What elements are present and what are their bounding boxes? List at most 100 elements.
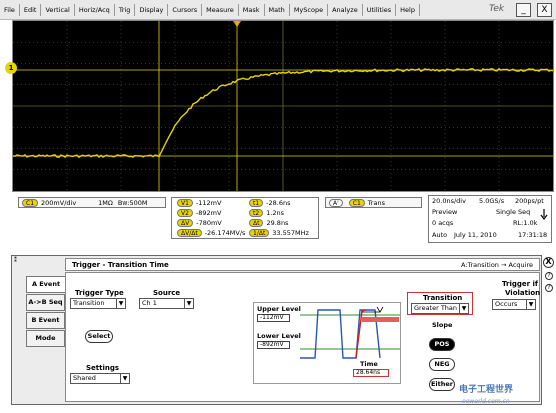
- chevron-down-icon: ▼: [459, 304, 468, 313]
- auto-label: Auto: [432, 231, 448, 239]
- run-stop-icon: [540, 209, 548, 220]
- sample-rate: 5.0GS/s: [479, 197, 505, 205]
- record-length: RL:1.0k: [513, 219, 538, 227]
- waveform-graticule[interactable]: [12, 20, 554, 192]
- dialog-title-bar: Trigger - Transition Time A:Transition →…: [65, 258, 540, 271]
- slope-heading: Slope: [432, 321, 453, 329]
- watermark-logo: 电子工程世界: [459, 385, 514, 395]
- delta-t-value: 29.8ns: [266, 219, 289, 227]
- inv-delta-t-badge: 1/Δt: [249, 229, 270, 237]
- violation-heading-1: Trigger if: [502, 280, 538, 288]
- t2-value: 1.2ns: [266, 209, 285, 217]
- violation-select[interactable]: Occurs ▼: [492, 299, 536, 310]
- v2-value: -892mV: [195, 209, 222, 217]
- watermark-url: eeworld.com.cn: [462, 398, 510, 405]
- dialog-close-button[interactable]: X: [543, 257, 554, 268]
- slope-either-button[interactable]: Either: [429, 378, 455, 391]
- menu-cursors[interactable]: Cursors: [168, 6, 201, 14]
- time-label: Time: [360, 360, 378, 368]
- dialog-grip-icon[interactable]: ⁑: [14, 257, 17, 264]
- menu-help[interactable]: Help: [396, 6, 419, 14]
- slope-pos-button[interactable]: POS: [429, 338, 455, 351]
- menu-math[interactable]: Math: [265, 6, 289, 14]
- trigger-route: A:Transition → Acquire: [460, 260, 533, 269]
- trigger-type-label: Trans: [367, 198, 385, 207]
- transition-select[interactable]: Greater Than ▼: [411, 303, 469, 314]
- trigger-readout[interactable]: A' C1 Trans: [325, 197, 422, 208]
- upper-level-field[interactable]: -112mV: [257, 314, 290, 322]
- resolution: 200ps/pt: [515, 197, 544, 205]
- slope-neg-button[interactable]: NEG: [429, 358, 455, 371]
- tab-b-event[interactable]: B Event: [26, 312, 65, 329]
- trigger-type-select[interactable]: Transition ▼: [70, 298, 126, 309]
- settings-heading: Settings: [86, 364, 120, 372]
- menu-measure[interactable]: Measure: [202, 6, 238, 14]
- source-select[interactable]: Ch 1 ▼: [139, 298, 194, 309]
- time-field[interactable]: 28.64ns: [353, 369, 389, 377]
- dialog-title: Trigger - Transition Time: [72, 260, 169, 269]
- help-icon[interactable]: ?: [545, 272, 553, 280]
- minimize-button[interactable]: _: [516, 3, 531, 17]
- acq-mode: Preview: [432, 208, 458, 216]
- transition-group: Transition Greater Than ▼: [407, 292, 473, 315]
- tab-a-b-seq[interactable]: A->B Seq: [26, 294, 65, 311]
- chevron-down-icon: ▼: [120, 374, 129, 383]
- trigger-type-value: Transition: [73, 299, 105, 307]
- ch1-impedance: 1MΩ: [98, 198, 113, 207]
- acq-count: 0 acqs: [432, 219, 454, 227]
- menu-separator: [419, 3, 420, 16]
- menu-horiz-acq[interactable]: Horiz/Acq: [75, 6, 114, 14]
- source-value: Ch 1: [142, 299, 157, 307]
- source-heading: Source: [153, 289, 181, 297]
- readout-area: C1 200mV/div 1MΩ B W :500M V1 -112mV V2 -8…: [0, 193, 556, 245]
- t2-badge: t2: [249, 209, 264, 217]
- delta-v-value: -780mV: [196, 219, 222, 227]
- menu-trig[interactable]: Trig: [115, 6, 135, 14]
- chevron-down-icon: ▼: [116, 299, 125, 308]
- transition-diagram: Upper Level -112mV Lower Level -892mV Ti…: [253, 302, 401, 384]
- tab-a-event[interactable]: A Event: [26, 276, 65, 293]
- close-window-button[interactable]: X: [537, 3, 552, 17]
- acq-time: 17:31:18: [518, 231, 548, 239]
- lower-level-field[interactable]: -892mV: [257, 341, 290, 349]
- waveform-svg: [13, 21, 553, 191]
- menu-myscope[interactable]: MyScope: [290, 6, 327, 14]
- timebase: 20.0ns/div: [432, 197, 466, 205]
- menu-vertical[interactable]: Vertical: [41, 6, 73, 14]
- menu-bar: File Edit Vertical Horiz/Acq Trig Displa…: [0, 0, 556, 20]
- lower-level-label: Lower Level: [257, 332, 301, 340]
- select-button[interactable]: Select: [85, 330, 113, 343]
- cursor-readout[interactable]: V1 -112mV V2 -892mV ΔV -780mV ΔV/Δt -26.174M…: [171, 197, 319, 239]
- transition-value: Greater Than: [414, 304, 458, 312]
- settings-select[interactable]: Shared ▼: [70, 373, 130, 384]
- dvdt-badge: ΔV/Δt: [177, 229, 202, 237]
- trigger-source-badge: C1: [348, 198, 365, 207]
- delta-v-badge: ΔV: [177, 219, 194, 227]
- trigger-type-heading: Trigger Type: [75, 289, 124, 297]
- channel-readout[interactable]: C1 200mV/div 1MΩ B W :500M: [18, 197, 166, 208]
- menu-display[interactable]: Display: [135, 6, 167, 14]
- menu-mask[interactable]: Mask: [239, 6, 264, 14]
- tek-logo: Tek: [489, 4, 505, 14]
- help-icon[interactable]: ?: [545, 284, 553, 292]
- ch1-bandwidth: :500M: [127, 198, 148, 207]
- chevron-down-icon: ▼: [526, 300, 535, 309]
- tab-mode[interactable]: Mode: [26, 330, 65, 347]
- grid: [13, 21, 553, 191]
- acquisition-readout[interactable]: 20.0ns/div 5.0GS/s 200ps/pt Preview Sing…: [428, 195, 552, 243]
- transition-heading: Transition: [423, 294, 463, 302]
- inv-delta-t-value: 33.557MHz: [272, 229, 309, 237]
- ch1-badge: C1: [22, 198, 39, 207]
- dvdt-value: -26.174MV/s: [204, 229, 246, 237]
- v2-badge: V2: [177, 209, 193, 217]
- menu-edit[interactable]: Edit: [20, 6, 41, 14]
- menu-utilities[interactable]: Utilities: [363, 6, 395, 14]
- transition-waveform-icon: [300, 306, 400, 359]
- settings-value: Shared: [73, 374, 96, 382]
- menu-file[interactable]: File: [0, 6, 19, 14]
- ch1-ground-marker[interactable]: 1: [5, 62, 17, 74]
- menu-analyze[interactable]: Analyze: [328, 6, 362, 14]
- acq-seq: Single Seq: [496, 208, 531, 216]
- violation-value: Occurs: [495, 300, 518, 308]
- upper-level-label: Upper Level: [257, 305, 301, 313]
